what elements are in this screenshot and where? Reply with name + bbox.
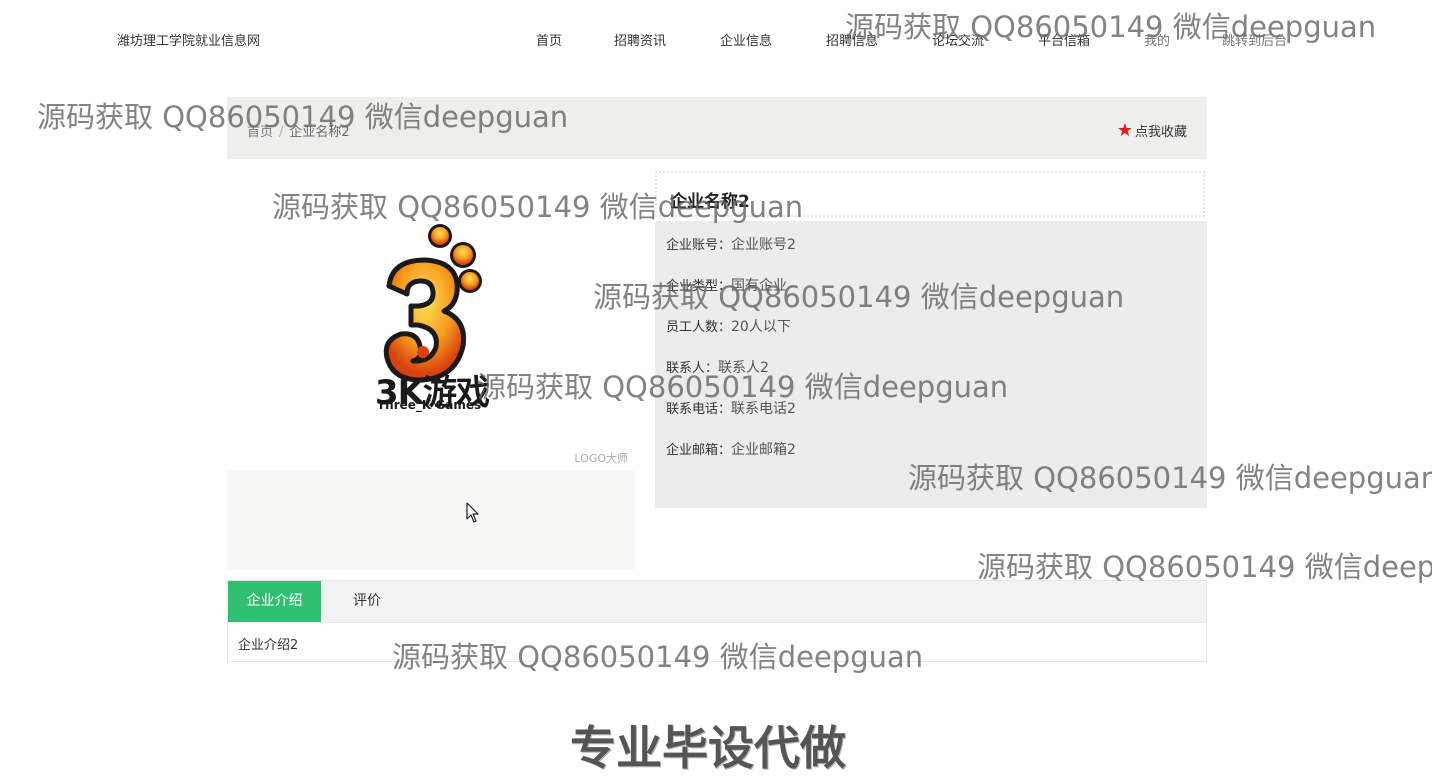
logo-credit: LOGO大师 (574, 452, 628, 465)
company-title: 企业名称2 (670, 192, 750, 212)
nav-mine[interactable]: 我的 (1144, 30, 1170, 49)
breadcrumb-current: 企业名称2 (289, 125, 350, 140)
info-row-email: 企业邮箱：企业邮箱2 (666, 442, 796, 458)
favorite-label: 点我收藏 (1134, 125, 1187, 140)
promo-banner: 专业毕设代做 (570, 721, 846, 775)
info-row-phone: 联系电话：联系电话2 (666, 401, 796, 417)
logo-3k-games-icon (383, 224, 482, 383)
nav-home[interactable]: 首页 (536, 30, 562, 49)
breadcrumb-separator: / (279, 125, 284, 140)
info-row-employees: 员工人数：20人以下 (666, 319, 791, 335)
tab-content: 企业介绍2 (238, 638, 299, 653)
nav-company-info[interactable]: 企业信息 (720, 30, 772, 49)
nav-forum[interactable]: 论坛交流 (932, 30, 984, 49)
star-icon: ★ (1116, 119, 1133, 141)
tabs-bar: 企业介绍 评价 (228, 581, 1206, 623)
main-nav: 首页 招聘资讯 企业信息 招聘信息 论坛交流 平台信箱 我的 跳转到后台 (0, 30, 1432, 49)
nav-job-info[interactable]: 招聘信息 (826, 30, 878, 49)
tab-company-intro[interactable]: 企业介绍 (228, 581, 321, 622)
company-title-box: 企业名称2 (655, 171, 1205, 217)
tab-reviews[interactable]: 评价 (335, 581, 399, 622)
nav-mailbox[interactable]: 平台信箱 (1038, 30, 1090, 49)
logo-caption-area (227, 471, 635, 569)
breadcrumb: 首页 / 企业名称2 (247, 121, 350, 140)
info-row-type: 企业类型：国有企业 (666, 278, 788, 294)
tabs-panel: 企业介绍 评价 企业介绍2 (227, 580, 1207, 662)
info-row-account: 企业账号：企业账号2 (666, 237, 796, 253)
info-row-contact: 联系人：联系人2 (666, 360, 769, 376)
company-info-panel: 企业账号：企业账号2 企业类型：国有企业 员工人数：20人以下 联系人：联系人2… (655, 221, 1207, 508)
breadcrumb-bar: 首页 / 企业名称2 ★ 点我收藏 (227, 97, 1207, 159)
nav-admin[interactable]: 跳转到后台 (1222, 30, 1287, 49)
favorite-button[interactable]: ★ 点我收藏 (1117, 121, 1187, 140)
breadcrumb-home[interactable]: 首页 (247, 125, 273, 140)
nav-recruit-news[interactable]: 招聘资讯 (614, 30, 666, 49)
logo-brand-sub: Three_K Games (377, 398, 482, 412)
mouse-cursor-icon (466, 502, 479, 523)
company-logo: 3K游戏 Three_K Games LOGO大师 (227, 180, 635, 470)
